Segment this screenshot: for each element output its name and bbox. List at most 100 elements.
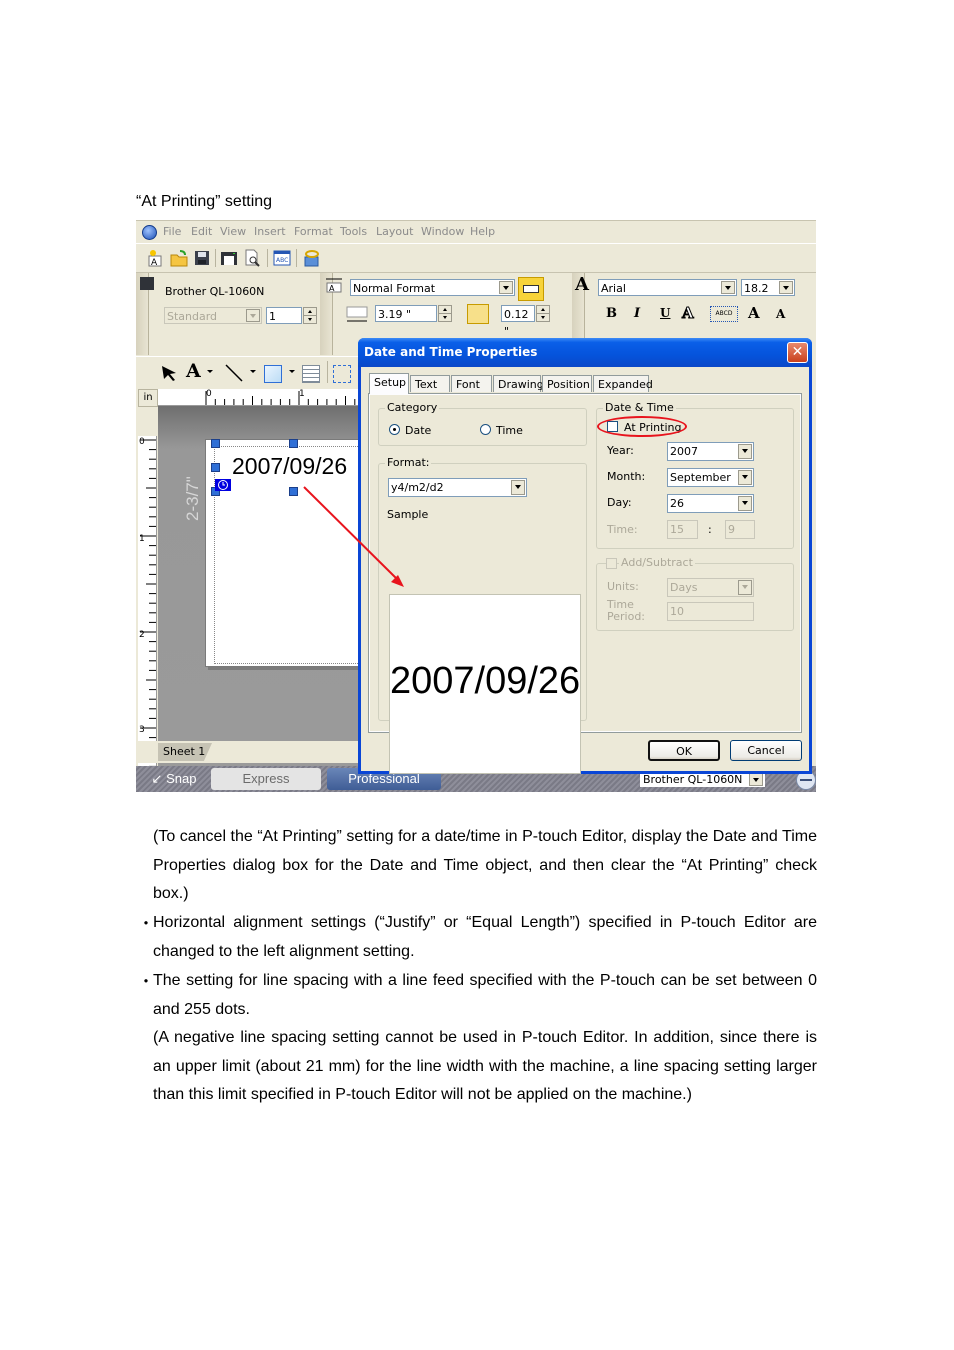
tab-drawing[interactable]: Drawing [493, 375, 544, 392]
length-stepper[interactable] [438, 305, 452, 322]
app-icon[interactable] [142, 225, 157, 240]
underline-button[interactable]: U [660, 306, 670, 320]
cancel-button[interactable]: Cancel [730, 740, 802, 761]
chevron-down-icon[interactable] [738, 444, 752, 459]
print-icon[interactable] [220, 249, 238, 267]
chevron-down-icon[interactable] [738, 496, 752, 511]
font-icon: A [575, 274, 589, 295]
chevron-down-icon[interactable] [499, 281, 513, 294]
chevron-down-icon[interactable] [246, 309, 260, 322]
line-tool-icon[interactable] [224, 363, 244, 386]
period-label-2: Period: [607, 610, 646, 623]
menu-help[interactable]: Help [470, 225, 495, 238]
grow-font-icon[interactable]: A [748, 304, 760, 322]
tape-orientation-button[interactable] [518, 277, 544, 301]
margin-value: 0.12 " [504, 308, 529, 338]
resize-handle[interactable] [289, 439, 298, 448]
margin-input[interactable]: 0.12 " [501, 305, 535, 338]
year-value: 2007 [670, 445, 698, 458]
text-frame-icon[interactable]: ABCD [710, 306, 738, 322]
menu-format[interactable]: Format [294, 225, 333, 238]
date-format-select[interactable]: y4/m2/d2 [388, 478, 527, 497]
tab-text[interactable]: Text [410, 375, 450, 392]
add-subtract-checkbox[interactable] [606, 558, 617, 569]
text-abc-icon[interactable]: ABC [273, 249, 291, 267]
period-input[interactable]: 10 [667, 602, 754, 621]
bold-button[interactable]: B [606, 306, 617, 321]
add-subtract-label: Add/Subtract [619, 556, 695, 569]
sheet-tab[interactable]: Sheet 1 [158, 743, 212, 761]
tab-expanded[interactable]: Expanded [593, 375, 653, 392]
resize-handle[interactable] [289, 487, 298, 496]
tape-length-label: 2-3/7" [183, 476, 202, 521]
length-input[interactable]: 3.19 " [375, 305, 437, 322]
wizard-icon[interactable] [302, 249, 320, 267]
chevron-down-icon[interactable] [779, 281, 793, 294]
quality-select[interactable]: Standard [164, 307, 262, 324]
resize-handle[interactable] [211, 439, 220, 448]
shrink-font-icon[interactable]: A [776, 307, 785, 321]
dialog-title-bar[interactable]: Date and Time Properties ✕ [358, 338, 812, 367]
date-time-object[interactable]: 2007/09/26 [232, 453, 347, 480]
auto-length-icon[interactable] [467, 304, 489, 324]
express-mode-button[interactable]: Express [211, 768, 321, 790]
chevron-down-icon[interactable] [738, 580, 752, 595]
shape-tool-icon[interactable] [264, 365, 282, 383]
text-tool-icon[interactable]: A [186, 360, 201, 382]
menu-edit[interactable]: Edit [191, 225, 212, 238]
menu-window[interactable]: Window [421, 225, 464, 238]
resize-handle[interactable] [211, 463, 220, 472]
snap-mode-button[interactable]: ↙ Snap [142, 768, 206, 790]
tab-setup[interactable]: Setup [369, 373, 409, 394]
chevron-down-icon[interactable] [207, 370, 213, 373]
open-folder-icon[interactable] [170, 249, 188, 267]
month-select[interactable]: September [667, 468, 754, 487]
font-size-select[interactable]: 18.2 [741, 279, 795, 296]
hour-input[interactable]: 15 [667, 520, 698, 539]
tab-position[interactable]: Position [542, 375, 592, 392]
menu-file[interactable]: File [163, 225, 181, 238]
bullet-line-spacing: The setting for line spacing with a line… [153, 972, 817, 1018]
chevron-down-icon[interactable] [289, 370, 295, 373]
minute-input[interactable]: 9 [725, 520, 755, 539]
chevron-down-icon[interactable] [749, 773, 763, 786]
day-select[interactable]: 26 [667, 494, 754, 513]
menu-layout[interactable]: Layout [376, 225, 413, 238]
close-icon[interactable]: ✕ [787, 342, 808, 363]
svg-text:A: A [151, 258, 158, 267]
font-select[interactable]: Arial [598, 279, 737, 296]
time-radio[interactable] [480, 424, 491, 435]
copies-stepper[interactable] [303, 307, 317, 324]
format-icon: A [326, 277, 342, 293]
chevron-down-icon[interactable] [250, 370, 256, 373]
toolbar-separator [267, 249, 268, 267]
print-preview-icon[interactable] [243, 249, 261, 267]
save-icon[interactable] [193, 249, 211, 267]
outline-text-icon[interactable]: A [682, 304, 695, 323]
date-time-properties-dialog: Date and Time Properties ✕ Setup Text Fo… [358, 338, 812, 774]
tab-font[interactable]: Font [451, 375, 492, 392]
chevron-down-icon[interactable] [721, 281, 735, 294]
chevron-down-icon[interactable] [738, 470, 752, 485]
ruler-unit: in [138, 389, 158, 407]
menu-tools[interactable]: Tools [340, 225, 367, 238]
new-layout-icon[interactable]: A [146, 249, 164, 268]
menu-view[interactable]: View [220, 225, 246, 238]
chevron-down-icon[interactable] [511, 480, 525, 495]
margin-stepper[interactable] [536, 305, 550, 322]
format-select[interactable]: Normal Format [350, 279, 515, 296]
date-radio[interactable] [389, 424, 400, 435]
sample-preview: 2007/09/26 [389, 594, 581, 774]
vruler-label-2: 2 [139, 630, 145, 640]
table-tool-icon[interactable] [302, 365, 320, 383]
menu-insert[interactable]: Insert [254, 225, 286, 238]
hour-value: 15 [670, 523, 684, 536]
ok-button[interactable]: OK [648, 740, 720, 761]
year-select[interactable]: 2007 [667, 442, 754, 461]
units-select[interactable]: Days [667, 578, 754, 597]
category-group: Category Date Time [378, 401, 587, 446]
italic-button[interactable]: I [634, 306, 640, 321]
copies-input[interactable]: 1 [266, 307, 302, 324]
select-arrow-icon[interactable] [160, 364, 178, 385]
arrange-icon[interactable] [333, 365, 351, 383]
